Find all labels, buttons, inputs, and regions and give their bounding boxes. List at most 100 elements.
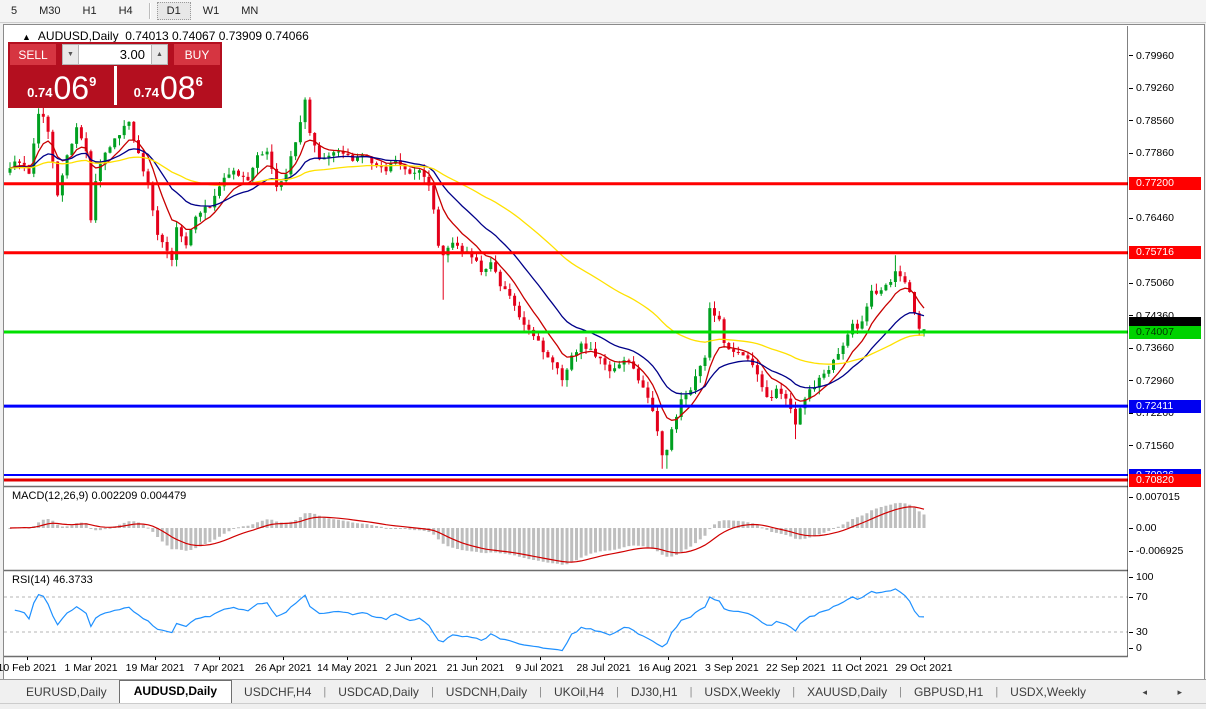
price-tick-label: 0.75060 [1136,277,1174,289]
time-tick-label: 26 Apr 2021 [255,662,312,674]
rsi-tick-label: 100 [1136,571,1154,583]
chart-collapse-icon[interactable]: ▲ [22,32,31,42]
chart-tab-bar: EURUSD,DailyAUDUSD,DailyUSDCHF,H4|USDCAD… [0,679,1206,703]
volume-input[interactable] [79,44,151,65]
time-tick-label: 3 Sep 2021 [705,662,759,674]
main-chart-canvas[interactable] [4,26,1128,658]
rsi-tick-label: 0 [1136,642,1142,654]
time-tick [27,657,28,660]
hline-price-badge: 0.77200 [1129,177,1201,190]
time-tick [283,657,284,660]
timeframe-button-mn[interactable]: MN [231,2,268,20]
hline-price-badge: 0.72411 [1129,400,1201,413]
price-tick [1129,88,1133,89]
rsi-tick [1129,648,1133,649]
chart-tab-eurusd-0[interactable]: EURUSD,Daily [14,682,119,703]
time-tick-label: 1 Mar 2021 [65,662,118,674]
chart-title: ▲ AUDUSD,Daily 0.74013 0.74067 0.73909 0.… [22,29,309,43]
price-tick [1129,445,1133,446]
bottom-strip [0,703,1206,709]
timeframe-button-m30[interactable]: M30 [29,2,70,20]
time-tick-label: 19 Mar 2021 [126,662,185,674]
chart-tab-usdcad-3[interactable]: USDCAD,Daily [326,682,431,703]
chart-tab-xauusd-8[interactable]: XAUUSD,Daily [795,682,899,703]
price-tick-label: 0.77860 [1136,147,1174,159]
chart-tab-usdx-7[interactable]: USDX,Weekly [692,682,792,703]
time-tick [860,657,861,660]
time-tick [540,657,541,660]
price-tick-label: 0.79960 [1136,50,1174,62]
chart-tab-usdcnh-4[interactable]: USDCNH,Daily [434,682,539,703]
time-tick-label: 2 Jun 2021 [385,662,437,674]
hline-price-badge: 0.70820 [1129,474,1201,487]
one-click-trading-panel: SELL ▼ ▲ BUY 0.74 06 9 0.74 08 6 [8,42,222,108]
time-tick [924,657,925,660]
tab-scroll-arrows[interactable]: ◂ ▸ [1142,687,1196,698]
macd-tick-label: 0.007015 [1136,491,1180,503]
time-tick-label: 14 May 2021 [317,662,378,674]
rsi-tick [1129,597,1133,598]
time-tick [668,657,669,660]
chart-tab-dj30-6[interactable]: DJ30,H1 [619,682,690,703]
time-tick-label: 16 Aug 2021 [638,662,697,674]
hline-price-badge: 0.74007 [1129,326,1201,339]
sell-price[interactable]: 0.74 06 9 [10,66,114,105]
price-tick [1129,153,1133,154]
buy-price-digits: 08 [160,73,196,103]
chart-tab-audusd-1[interactable]: AUDUSD,Daily [119,680,232,703]
timeframe-button-h4[interactable]: H4 [109,2,143,20]
buy-button[interactable]: BUY [174,44,220,65]
time-tick [732,657,733,660]
time-tick-label: 21 Jun 2021 [447,662,505,674]
rsi-label: RSI(14) 46.3733 [12,574,93,586]
price-tick [1129,218,1133,219]
time-tick [604,657,605,660]
rsi-tick [1129,577,1133,578]
price-tick-label: 0.76460 [1136,212,1174,224]
macd-values: 0.002209 0.004479 [91,490,186,502]
time-tick [155,657,156,660]
volume-decrease-button[interactable]: ▼ [62,44,79,65]
buy-price[interactable]: 0.74 08 6 [117,66,221,105]
rsi-tick [1129,632,1133,633]
macd-tick-label: -0.006925 [1136,545,1183,557]
time-tick [219,657,220,660]
macd-tick-label: 0.00 [1136,522,1156,534]
price-tick-label: 0.78560 [1136,115,1174,127]
volume-increase-button[interactable]: ▲ [151,44,168,65]
buy-price-prefix: 0.74 [134,85,159,100]
time-tick-label: 29 Oct 2021 [895,662,952,674]
timeframe-button-w1[interactable]: W1 [193,2,230,20]
sell-price-prefix: 0.74 [27,85,52,100]
chart-tab-usdchf-2[interactable]: USDCHF,H4 [232,682,323,703]
price-tick-label: 0.73660 [1136,342,1174,354]
time-tick [347,657,348,660]
time-tick-label: 9 Jul 2021 [515,662,563,674]
time-tick [796,657,797,660]
price-tick [1129,315,1133,316]
price-tick-label: 0.79260 [1136,82,1174,94]
time-tick [476,657,477,660]
price-tick [1129,348,1133,349]
timeframe-button-h1[interactable]: H1 [73,2,107,20]
rsi-tick-label: 70 [1136,591,1148,603]
macd-tick [1129,551,1133,552]
time-tick [411,657,412,660]
timeframe-button-5[interactable]: 5 [1,2,27,20]
chart-tab-gbpusd-9[interactable]: GBPUSD,H1 [902,682,995,703]
price-tick [1129,413,1133,414]
macd-tick [1129,497,1133,498]
timeframe-button-d1[interactable]: D1 [157,2,191,20]
chart-tab-ukoil-5[interactable]: UKOil,H4 [542,682,616,703]
buy-price-pip: 6 [196,74,203,89]
time-tick-label: 7 Apr 2021 [194,662,245,674]
time-tick-label: 11 Oct 2021 [832,662,888,674]
price-tick [1129,380,1133,381]
chart-title-ohlc: 0.74013 0.74067 0.73909 0.74066 [125,29,309,43]
time-tick-label: 28 Jul 2021 [576,662,630,674]
chart-title-symbol: AUDUSD,Daily [38,29,119,43]
sell-price-pip: 9 [89,74,96,89]
sell-button[interactable]: SELL [10,44,56,65]
chart-tab-usdx-10[interactable]: USDX,Weekly [998,682,1098,703]
hline-price-badge: 0.75716 [1129,246,1201,259]
